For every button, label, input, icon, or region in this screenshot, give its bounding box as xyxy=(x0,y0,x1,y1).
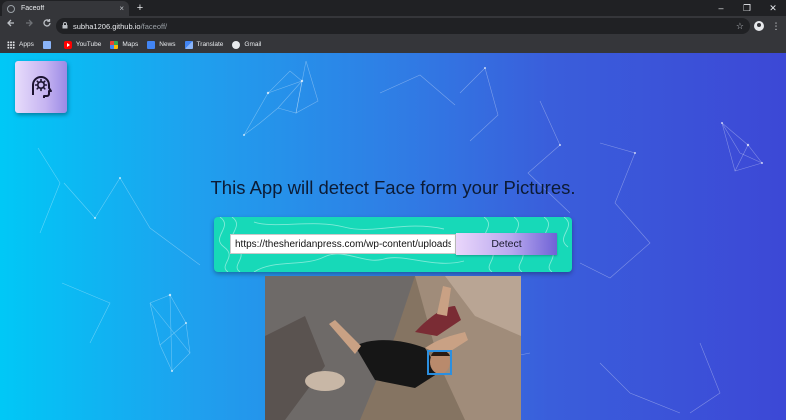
url-path: /faceoff/ xyxy=(140,21,168,31)
tab-strip: Faceoff × + – ❐ ✕ xyxy=(0,0,786,16)
bookmark-gmail[interactable]: Gmail xyxy=(232,36,261,53)
browser-tab[interactable]: Faceoff × xyxy=(2,1,129,16)
apps-grid-icon xyxy=(7,40,15,49)
url-host: subha1206.github.io xyxy=(73,21,141,31)
bookmark-star-icon[interactable]: ☆ xyxy=(736,21,744,32)
bookmark-label: Maps xyxy=(122,41,139,48)
bookmark-maps[interactable]: Maps xyxy=(110,36,138,53)
reload-icon[interactable] xyxy=(38,16,56,36)
rock-climber-image xyxy=(265,276,521,420)
bookmark-youtube[interactable]: YouTube xyxy=(63,36,102,53)
tab-close-icon[interactable]: × xyxy=(119,4,124,13)
browser-menu-button[interactable]: ⋮ xyxy=(768,16,784,36)
address-bar[interactable]: subha1206.github.io/faceoff/ ☆ xyxy=(56,18,750,34)
translate-icon xyxy=(184,40,193,49)
page-headline: This App will detect Face form your Pict… xyxy=(210,177,576,198)
forward-arrow-icon[interactable] xyxy=(20,16,38,36)
bookmark-grid[interactable] xyxy=(42,36,55,53)
uploaded-photo xyxy=(265,276,521,420)
bookmark-label: Translate xyxy=(196,41,224,48)
face-gear-icon xyxy=(32,76,52,98)
bookmark-label: Apps xyxy=(19,41,34,48)
bookmark-label: News xyxy=(159,41,176,48)
bookmark-label: Gmail xyxy=(244,41,262,48)
kebab-menu-icon: ⋮ xyxy=(771,20,781,31)
grid-icon xyxy=(42,40,51,49)
gmail-icon xyxy=(232,40,241,49)
youtube-icon xyxy=(63,40,72,49)
bookmark-translate[interactable]: Translate xyxy=(184,36,224,53)
maps-icon xyxy=(110,40,119,49)
news-icon xyxy=(147,40,156,49)
profile-icon xyxy=(754,21,764,31)
face-detection-box xyxy=(427,350,452,375)
minimize-button[interactable]: – xyxy=(708,0,734,16)
image-url-input[interactable] xyxy=(230,234,456,254)
back-arrow-icon[interactable] xyxy=(2,16,20,36)
window-close-button[interactable]: ✕ xyxy=(760,0,786,16)
maximize-button[interactable]: ❐ xyxy=(734,0,760,16)
tab-title: Faceoff xyxy=(21,5,45,12)
page-viewport: This App will detect Face form your Pict… xyxy=(0,53,786,420)
bookmark-news[interactable]: News xyxy=(147,36,176,53)
url-form-card: Detect xyxy=(214,217,572,272)
bookmark-apps[interactable]: Apps xyxy=(7,36,34,53)
app-logo-button[interactable] xyxy=(15,61,67,113)
bookmark-label: YouTube xyxy=(75,41,102,48)
new-tab-button[interactable]: + xyxy=(133,1,147,15)
profile-avatar[interactable] xyxy=(751,16,767,36)
bookmarks-bar: Apps YouTube Maps News Translate Gmail xyxy=(0,36,786,53)
tab-favicon-icon xyxy=(7,4,15,13)
detect-button[interactable]: Detect xyxy=(456,233,557,255)
lock-icon xyxy=(62,21,68,31)
